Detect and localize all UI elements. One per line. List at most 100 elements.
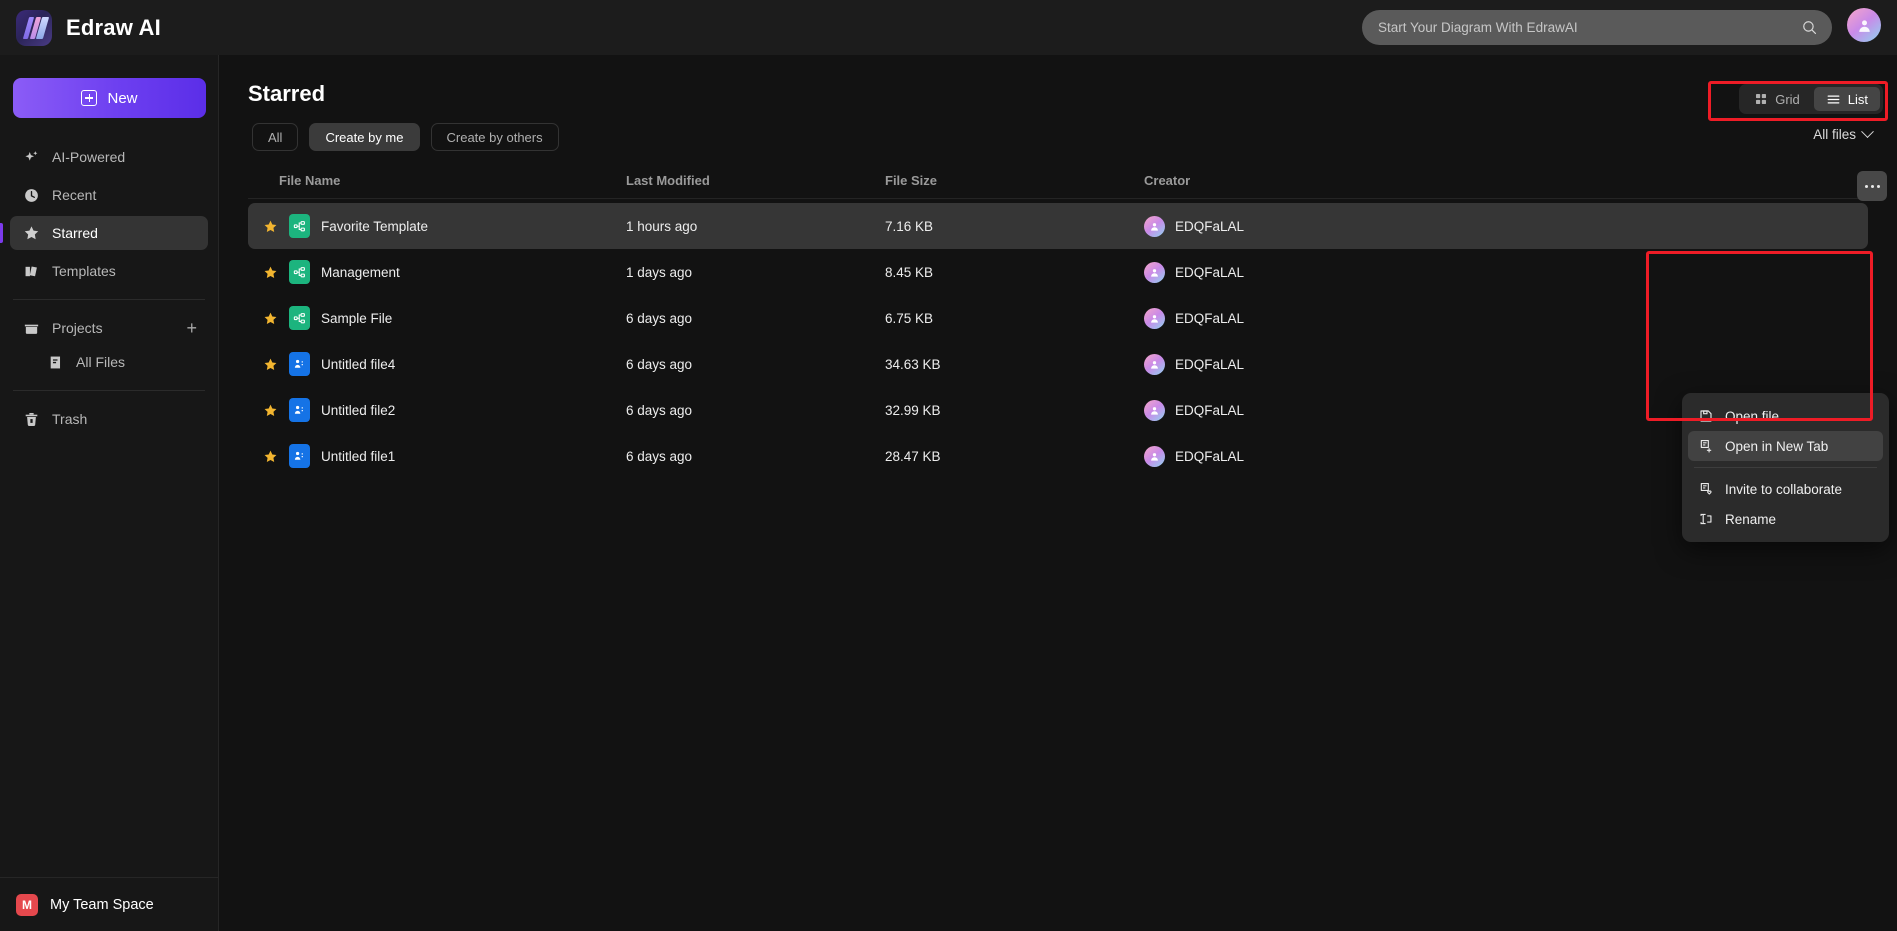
creator-avatar <box>1144 261 1165 283</box>
context-menu-item-invite-to-collaborate[interactable]: Invite to collaborate <box>1688 474 1883 504</box>
sidebar-item-trash[interactable]: Trash <box>10 402 208 436</box>
file-creator: EDQFaLAL <box>1175 356 1245 372</box>
sidebar: New AI-Powered Recent Starred Templates … <box>0 55 219 931</box>
filter-chip-all[interactable]: All <box>252 123 299 151</box>
filter-chip-create-by-others[interactable]: Create by others <box>430 123 559 151</box>
all-files-dropdown[interactable]: All files <box>1813 125 1874 142</box>
file-modified: 6 days ago <box>626 356 693 372</box>
creator-avatar <box>1144 445 1165 467</box>
sidebar-item-ai-powered[interactable]: AI-Powered <box>10 140 208 174</box>
creator-avatar <box>1144 353 1165 375</box>
avatar[interactable] <box>1847 8 1881 42</box>
table-row[interactable]: Management 1 days ago 8.45 KB EDQFaLAL <box>248 249 1868 295</box>
column-header-creator: Creator <box>1144 173 1191 188</box>
clock-icon <box>23 187 40 204</box>
org-chart-file-icon <box>289 444 310 468</box>
table-row[interactable]: Favorite Template 1 hours ago 7.16 KB ED… <box>248 203 1868 249</box>
plus-icon[interactable]: + <box>186 319 197 337</box>
table-row[interactable]: Untitled file2 6 days ago 32.99 KB EDQFa… <box>248 387 1868 433</box>
team-space-label: My Team Space <box>50 896 154 913</box>
sidebar-section-projects[interactable]: Projects + <box>10 311 208 345</box>
chevron-down-icon <box>1861 125 1874 139</box>
star-icon[interactable] <box>263 357 278 372</box>
app-root: Edraw AI New <box>0 0 1897 931</box>
new-tab-icon <box>1698 438 1714 454</box>
file-name: Untitled file4 <box>321 356 396 372</box>
star-icon <box>23 225 40 242</box>
files-icon <box>47 354 64 371</box>
templates-icon <box>23 263 40 280</box>
brand[interactable]: Edraw AI <box>0 9 266 46</box>
row-more-options-button[interactable] <box>1857 171 1887 201</box>
page-title: Starred <box>248 81 326 106</box>
sidebar-divider-2 <box>13 390 205 391</box>
view-toggle-grid[interactable]: Grid <box>1742 87 1812 111</box>
rename-icon <box>1698 511 1714 527</box>
file-creator: EDQFaLAL <box>1175 402 1245 418</box>
file-table: File Name Last Modified File Size Creato… <box>248 163 1889 542</box>
file-size: 6.75 KB <box>885 310 934 326</box>
view-toggle-grid-label: Grid <box>1775 91 1800 107</box>
context-menu: Open file Open in New Tab Invite to coll… <box>1682 393 1889 542</box>
sidebar-section-label: Projects <box>52 320 103 336</box>
sidebar-item-label: Starred <box>52 225 98 241</box>
sidebar-item-starred[interactable]: Starred <box>0 216 208 250</box>
file-size: 28.47 KB <box>885 448 941 464</box>
sidebar-item-templates[interactable]: Templates <box>10 254 208 288</box>
sidebar-nav: AI-Powered Recent Starred Templates Proj… <box>0 140 218 436</box>
sidebar-item-all-files[interactable]: All Files <box>10 345 208 379</box>
column-header-name: File Name <box>279 173 341 188</box>
file-creator: EDQFaLAL <box>1175 218 1245 234</box>
context-menu-item-label: Open in New Tab <box>1725 438 1829 454</box>
sidebar-item-label: Recent <box>52 187 97 203</box>
sidebar-divider-1 <box>13 299 205 300</box>
star-icon[interactable] <box>263 311 278 326</box>
new-button-label: New <box>107 89 138 107</box>
sidebar-item-label: AI-Powered <box>52 149 126 165</box>
context-menu-item-open-in-new-tab[interactable]: Open in New Tab <box>1688 431 1883 461</box>
table-row[interactable]: Untitled file4 6 days ago 34.63 KB EDQFa… <box>248 341 1868 387</box>
search-bar[interactable] <box>1362 10 1832 45</box>
sparkle-icon <box>23 149 40 166</box>
file-name: Favorite Template <box>321 218 429 234</box>
file-modified: 6 days ago <box>626 448 693 464</box>
list-icon <box>1827 94 1840 103</box>
file-modified: 1 days ago <box>626 264 693 280</box>
filter-chip-create-by-me[interactable]: Create by me <box>309 123 420 151</box>
context-menu-item-label: Rename <box>1725 511 1777 527</box>
search-icon[interactable] <box>1801 19 1818 36</box>
file-name: Untitled file2 <box>321 402 396 418</box>
creator-avatar <box>1144 215 1165 237</box>
context-menu-item-label: Invite to collaborate <box>1725 481 1843 497</box>
all-files-label: All files <box>1813 127 1856 142</box>
edraw-logo-icon <box>16 9 52 46</box>
diagram-file-icon <box>289 306 310 330</box>
table-row[interactable]: Sample File 6 days ago 6.75 KB EDQFaLAL <box>248 295 1868 341</box>
search-input[interactable] <box>1378 20 1801 35</box>
folder-icon <box>23 320 40 337</box>
org-chart-file-icon <box>289 352 310 376</box>
file-name: Untitled file1 <box>321 448 396 464</box>
new-button[interactable]: New <box>13 78 206 118</box>
team-space[interactable]: M My Team Space <box>0 877 219 931</box>
file-creator: EDQFaLAL <box>1175 448 1245 464</box>
team-badge: M <box>16 893 38 916</box>
diagram-file-icon <box>289 214 310 238</box>
view-toggle-list[interactable]: List <box>1813 87 1880 111</box>
view-toggle-list-label: List <box>1847 91 1868 107</box>
context-menu-item-open-file[interactable]: Open file <box>1688 401 1883 431</box>
main-content: Starred Grid List All Create by me Creat… <box>219 55 1897 931</box>
context-menu-item-rename[interactable]: Rename <box>1688 504 1883 534</box>
star-icon[interactable] <box>263 265 278 280</box>
table-row[interactable]: Untitled file1 6 days ago 28.47 KB EDQFa… <box>248 433 1868 479</box>
file-modified: 6 days ago <box>626 310 693 326</box>
creator-avatar <box>1144 307 1165 329</box>
file-size: 7.16 KB <box>885 218 934 234</box>
star-icon[interactable] <box>263 449 278 464</box>
invite-icon <box>1698 481 1714 497</box>
star-icon[interactable] <box>263 403 278 418</box>
star-icon[interactable] <box>263 219 278 234</box>
sidebar-item-recent[interactable]: Recent <box>10 178 208 212</box>
user-avatar-icon <box>1858 19 1870 32</box>
column-header-modified: Last Modified <box>626 173 710 188</box>
